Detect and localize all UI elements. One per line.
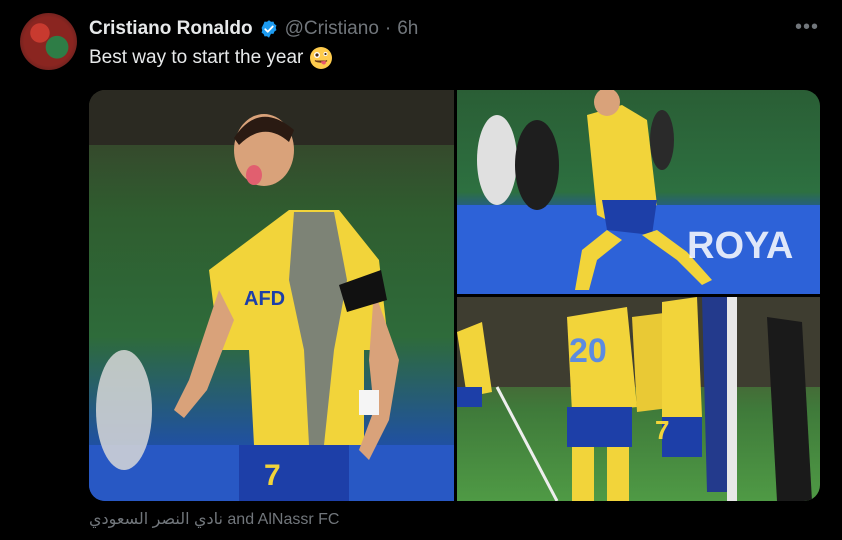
photo-running[interactable]: ROYA: [457, 90, 820, 294]
tweet-text: Best way to start the year: [89, 46, 333, 70]
photo-team[interactable]: 20 7: [457, 297, 820, 501]
tweet-text-content: Best way to start the year: [89, 47, 304, 68]
tweet-timestamp[interactable]: 6h: [397, 18, 418, 40]
avatar[interactable]: [20, 13, 77, 70]
photo-running-art: ROYA: [457, 90, 820, 294]
meta-separator: ·: [384, 18, 392, 39]
photo-team-art: 20 7: [457, 297, 820, 501]
photo-celebration-art: AFD 7: [89, 90, 454, 501]
jersey-number-left: 20: [569, 332, 607, 370]
ad-board-text: ROYA: [687, 225, 793, 267]
shirt-sponsor-text: AFD: [244, 288, 285, 310]
verified-badge-icon: [259, 19, 279, 39]
photo-celebration[interactable]: AFD 7: [89, 90, 454, 501]
author-handle[interactable]: @Cristiano: [285, 18, 379, 40]
more-options-icon[interactable]: •••: [794, 14, 820, 40]
zany-face-emoji-icon: [309, 46, 333, 70]
shorts-number: 7: [264, 459, 281, 492]
tweet-header: Cristiano Ronaldo @Cristiano · 6h: [89, 16, 418, 42]
author-name[interactable]: Cristiano Ronaldo: [89, 18, 253, 40]
media-grid: AFD 7 ROYA 20 7: [89, 90, 820, 501]
tagged-accounts[interactable]: نادي النصر السعودي and AlNassr FC: [89, 509, 339, 529]
jersey-number-right: 7: [655, 415, 669, 445]
